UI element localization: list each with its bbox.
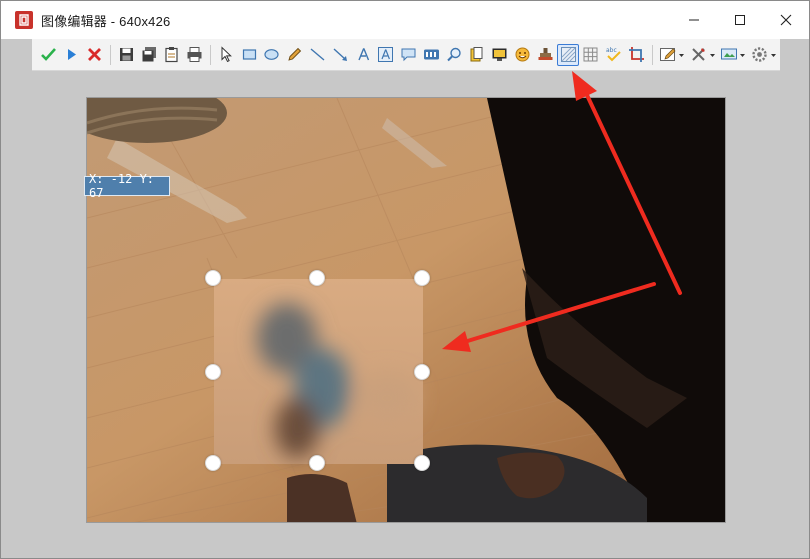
blur-tool-button[interactable] (557, 43, 579, 66)
select-tool-button[interactable] (215, 44, 237, 66)
cancel-button[interactable] (84, 44, 106, 66)
pencil-tool-button[interactable] (284, 44, 306, 66)
save-button[interactable] (115, 44, 137, 66)
stamp-icon (538, 48, 553, 60)
arrow-tool-button[interactable] (329, 44, 351, 66)
settings-menu-button[interactable] (749, 44, 779, 66)
stamp-tool-button[interactable] (534, 44, 556, 66)
grid-icon (583, 47, 598, 62)
magnifier-tool-button[interactable] (443, 44, 465, 66)
close-icon (780, 14, 792, 26)
toolbar-separator (210, 44, 212, 65)
window-controls (671, 1, 809, 39)
line-tool-button[interactable] (307, 44, 329, 66)
title-bar[interactable]: 图像编辑器 - 640x426 (1, 1, 809, 39)
rectangle-icon (242, 49, 256, 60)
arrow-line-icon (333, 48, 347, 61)
blur-icon (560, 47, 576, 62)
clipboard-icon (165, 47, 178, 63)
spell-check-tool-button[interactable]: abc (603, 44, 625, 66)
rectangle-tool-button[interactable] (238, 44, 260, 66)
resize-handle-left[interactable] (205, 364, 221, 380)
edit-menu-icon (660, 48, 685, 61)
emoji-icon (515, 47, 530, 62)
resize-handle-bottom-left[interactable] (205, 455, 221, 471)
tools-menu-icon (692, 48, 715, 61)
counter-tool-button[interactable] (420, 44, 442, 66)
confirm-icon (41, 48, 57, 61)
crop-icon (628, 47, 644, 62)
editor-toolbar: abc (32, 39, 780, 71)
svg-text:abc: abc (606, 47, 617, 54)
export-menu-button[interactable] (719, 44, 749, 66)
resize-handle-top[interactable] (309, 270, 325, 286)
clipboard-button[interactable] (161, 44, 183, 66)
close-button[interactable] (763, 1, 809, 39)
save-all-icon (142, 47, 156, 62)
magnifier-icon (446, 47, 461, 62)
highlighter-tool-button[interactable] (466, 44, 488, 66)
image-icon (492, 48, 507, 61)
pencil-icon (288, 47, 302, 61)
coordinate-readout: X: -12 Y: 67 (84, 172, 170, 200)
crop-tool-button[interactable] (626, 44, 648, 66)
forward-button[interactable] (61, 44, 83, 66)
save-all-button[interactable] (138, 44, 160, 66)
text-icon (357, 48, 369, 61)
grid-tool-button[interactable] (580, 44, 602, 66)
export-menu-icon (721, 48, 746, 60)
minimize-button[interactable] (671, 1, 717, 39)
highlighter-icon (470, 47, 483, 62)
resize-handle-bottom[interactable] (309, 455, 325, 471)
resize-handle-right[interactable] (414, 364, 430, 380)
spell-check-icon: abc (606, 47, 621, 62)
image-editor-window: 图像编辑器 - 640x426 abc X: -12 Y: 67 (0, 0, 810, 559)
forward-icon (68, 49, 77, 60)
app-icon (15, 11, 33, 29)
save-icon (119, 48, 133, 61)
tools-menu-button[interactable] (688, 44, 718, 66)
speech-bubble-tool-button[interactable] (398, 44, 420, 66)
speech-bubble-icon (401, 48, 416, 62)
resize-handle-top-right[interactable] (414, 270, 430, 286)
cancel-icon (87, 48, 101, 61)
maximize-button[interactable] (717, 1, 763, 39)
confirm-button[interactable] (38, 44, 60, 66)
counter-icon (423, 49, 439, 60)
maximize-icon (735, 15, 745, 25)
toolbar-separator (110, 44, 112, 65)
blur-selection[interactable] (205, 270, 430, 471)
window-title: 图像编辑器 - 640x426 (41, 13, 171, 29)
cursor-icon (221, 46, 232, 63)
image-tool-button[interactable] (489, 44, 511, 66)
textbox-icon (378, 47, 394, 62)
minimize-icon (689, 19, 699, 21)
settings-menu-icon (752, 47, 777, 62)
resize-handle-bottom-right[interactable] (414, 455, 430, 471)
emoji-tool-button[interactable] (512, 44, 534, 66)
line-icon (310, 48, 325, 61)
print-icon (187, 47, 202, 62)
toolbar-separator (652, 44, 654, 65)
resize-handle-top-left[interactable] (205, 270, 221, 286)
ellipse-icon (264, 49, 279, 60)
ellipse-tool-button[interactable] (261, 44, 283, 66)
print-button[interactable] (184, 44, 206, 66)
text-tool-button[interactable] (352, 44, 374, 66)
textbox-tool-button[interactable] (375, 44, 397, 66)
edit-menu-button[interactable] (657, 44, 687, 66)
